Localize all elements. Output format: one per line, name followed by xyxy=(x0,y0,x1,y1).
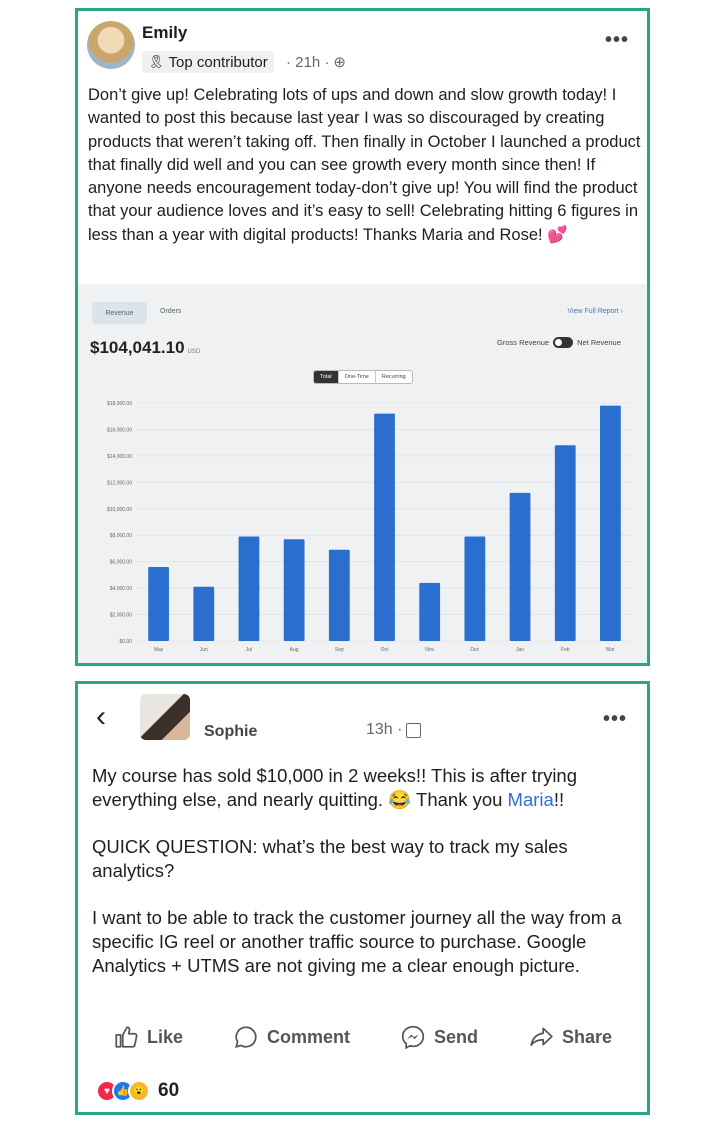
y-tick-label: $4,000.00 xyxy=(110,586,132,592)
post-time[interactable]: · 21h · xyxy=(286,54,329,71)
back-button[interactable]: ‹ xyxy=(96,700,106,734)
share-icon xyxy=(530,1027,553,1046)
comment-icon xyxy=(235,1026,257,1048)
text-span: !! xyxy=(553,789,565,810)
y-tick-label: $18,000.00 xyxy=(107,401,132,407)
y-tick-label: $16,000.00 xyxy=(107,427,132,433)
y-tick-label: $6,000.00 xyxy=(110,560,132,566)
x-tick-label: Aug xyxy=(290,647,299,653)
like-label: Like xyxy=(146,1026,184,1047)
bar-jan xyxy=(509,492,531,641)
y-tick-label: $0.00 xyxy=(119,639,132,645)
x-tick-label: Jul xyxy=(246,647,252,653)
bar-nov xyxy=(419,582,441,641)
post-card-sophie: ‹ Sophie 13h · ••• My course has sold $1… xyxy=(75,681,650,1115)
x-tick-label: Sep xyxy=(335,647,344,653)
mention-link[interactable]: Maria xyxy=(508,789,554,810)
messenger-icon xyxy=(401,1025,425,1050)
thumbs-up-icon xyxy=(115,1026,138,1048)
post-paragraph: QUICK QUESTION: what’s the best way to t… xyxy=(92,836,568,881)
comment-label: Comment xyxy=(266,1026,350,1047)
bar-jun xyxy=(193,586,215,641)
x-tick-label: Feb xyxy=(561,647,570,653)
x-tick-label: Jun xyxy=(200,647,208,653)
bar-aug xyxy=(283,539,305,641)
bar-dec xyxy=(464,536,486,641)
avatar[interactable] xyxy=(87,21,135,69)
x-tick-label: May xyxy=(154,647,164,653)
post-paragraph: My course has sold $10,000 in 2 weeks!! … xyxy=(92,764,637,812)
globe-icon: ⊕ xyxy=(333,54,346,71)
revenue-bar-chart: $0.00 $2,000.00 $4,000.00 $6,000.00 $8,000.0… xyxy=(107,401,633,653)
bar-may xyxy=(148,566,169,641)
y-tick-label: $10,000.00 xyxy=(107,507,132,513)
post-text: My course has sold $10,000 in 2 weeks!! … xyxy=(92,764,637,1001)
more-options-button[interactable]: ••• xyxy=(603,708,627,731)
badge-label: Top contributor xyxy=(168,53,268,71)
y-tick-label: $8,000.00 xyxy=(110,533,132,539)
wow-reaction-icon: 😮 xyxy=(128,1080,150,1102)
share-label: Share xyxy=(561,1026,612,1047)
bar-sep xyxy=(328,549,350,641)
y-tick-label: $12,000.00 xyxy=(107,480,132,486)
more-options-button[interactable]: ••• xyxy=(605,29,629,52)
send-button[interactable]: Send xyxy=(400,1024,478,1050)
bar-mar xyxy=(600,405,621,641)
group-icon xyxy=(406,722,422,738)
y-tick-label: $14,000.00 xyxy=(107,454,132,460)
x-tick-label: Nov xyxy=(425,647,434,653)
x-tick-label: Mar xyxy=(606,647,615,653)
award-icon: 🎗 xyxy=(148,54,165,69)
author-name[interactable]: Emily xyxy=(142,23,187,43)
post-meta: 13h · xyxy=(366,721,422,739)
top-contributor-badge: 🎗 Top contributor xyxy=(142,51,274,73)
y-tick-label: $2,000.00 xyxy=(110,613,132,619)
x-tick-label: Jan xyxy=(516,647,524,653)
like-button[interactable]: Like xyxy=(113,1024,183,1050)
bar-oct xyxy=(374,413,395,641)
action-bar: Like Comment Send Share xyxy=(78,1024,647,1050)
post-paragraph: I want to be able to track the customer … xyxy=(92,907,622,976)
post-text: Don’t give up! Celebrating lots of ups a… xyxy=(88,86,641,244)
post-card-emily: Emily 🎗 Top contributor · 21h · ⊕ ••• Do… xyxy=(75,8,650,666)
author-name[interactable]: Sophie xyxy=(204,723,257,741)
x-tick-label: Dec xyxy=(470,647,479,653)
bar-jul xyxy=(238,536,260,641)
reaction-count: 60 xyxy=(158,1080,180,1101)
revenue-dashboard-image: Revenue Orders View Full Report › $104,0… xyxy=(78,284,647,663)
text-span: My course has sold $10,000 in 2 weeks!! … xyxy=(92,765,578,810)
comment-button[interactable]: Comment xyxy=(233,1024,350,1050)
x-tick-label: Oct xyxy=(381,647,389,653)
avatar[interactable] xyxy=(140,694,190,740)
send-label: Send xyxy=(433,1026,478,1047)
reaction-summary[interactable]: ♥ 👍 😮 60 xyxy=(96,1080,179,1102)
post-meta: · 21h · ⊕ xyxy=(286,53,346,72)
post-time[interactable]: 13h · xyxy=(366,721,402,739)
bar-feb xyxy=(554,445,576,641)
share-button[interactable]: Share xyxy=(528,1024,612,1050)
